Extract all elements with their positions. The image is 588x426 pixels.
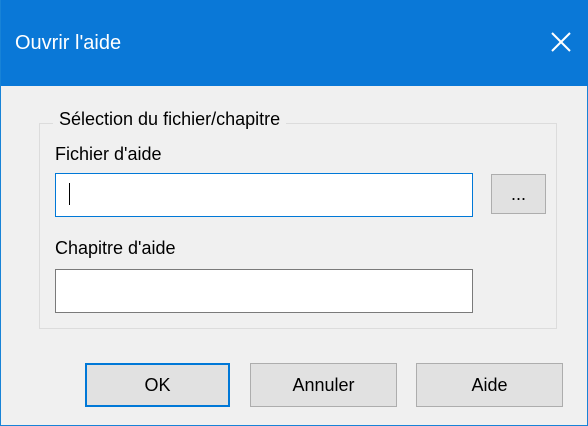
text-caret [69, 183, 70, 205]
help-button-label: Aide [471, 375, 508, 395]
close-icon [551, 32, 571, 52]
ok-button[interactable]: OK [85, 363, 230, 407]
open-help-dialog: Ouvrir l'aide Sélection du fichier/chapi… [0, 0, 588, 426]
cancel-button-label: Annuler [292, 375, 355, 395]
window-title: Ouvrir l'aide [15, 32, 122, 54]
close-button[interactable] [547, 28, 575, 56]
browse-button[interactable]: ... [491, 174, 546, 214]
help-chapter-input[interactable] [55, 269, 473, 313]
help-file-input[interactable] [55, 173, 473, 217]
groupbox-legend: Sélection du fichier/chapitre [53, 108, 287, 130]
help-chapter-label: Chapitre d'aide [55, 238, 176, 258]
ok-button-label: OK [144, 375, 171, 395]
cancel-button[interactable]: Annuler [250, 363, 397, 407]
help-button[interactable]: Aide [416, 363, 563, 407]
browse-button-label: ... [510, 184, 526, 204]
title-bar[interactable]: Ouvrir l'aide [1, 0, 588, 86]
help-file-label: Fichier d'aide [55, 144, 162, 164]
